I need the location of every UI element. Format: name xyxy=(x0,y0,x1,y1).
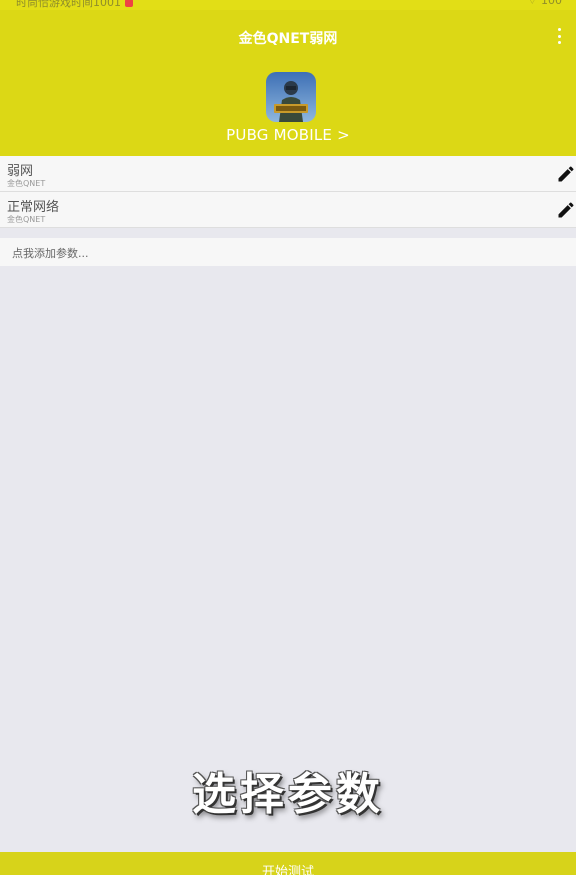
edit-icon[interactable] xyxy=(556,164,576,184)
profile-title: 正常网络 xyxy=(7,200,60,215)
app-title: 金色QNET弱网 xyxy=(238,31,338,47)
status-right: ⌔ 100 xyxy=(527,0,562,7)
more-options-icon[interactable] xyxy=(552,26,566,46)
add-parameter-row[interactable]: 点我添加参数... xyxy=(0,238,576,266)
start-test-button[interactable]: 开始测试 xyxy=(0,861,576,875)
profile-subtitle: 金色QNET xyxy=(7,215,46,224)
status-bar: 时尚恰游戏时间1001 ⌔ 100 xyxy=(0,0,576,10)
notification-icon xyxy=(125,0,133,7)
game-icon[interactable] xyxy=(266,72,316,122)
profile-list: 弱网 金色QNET 正常网络 金色QNET xyxy=(0,156,576,228)
edit-icon[interactable] xyxy=(556,200,576,220)
status-text: 时尚恰游戏时间1001 xyxy=(16,0,133,10)
bottom-bar: 开始测试 xyxy=(0,852,576,875)
game-selector-link[interactable]: PUBG MOBILE > xyxy=(0,126,576,144)
add-parameter-label: 点我添加参数... xyxy=(12,247,89,260)
profile-item-weak[interactable]: 弱网 金色QNET xyxy=(0,156,576,192)
profile-title: 弱网 xyxy=(7,164,34,179)
app-header: 金色QNET弱网 PUBG MOBILE > xyxy=(0,10,576,156)
overlay-caption: 选择参数 xyxy=(192,769,384,820)
profile-item-normal[interactable]: 正常网络 金色QNET xyxy=(0,192,576,228)
profile-subtitle: 金色QNET xyxy=(7,179,46,188)
